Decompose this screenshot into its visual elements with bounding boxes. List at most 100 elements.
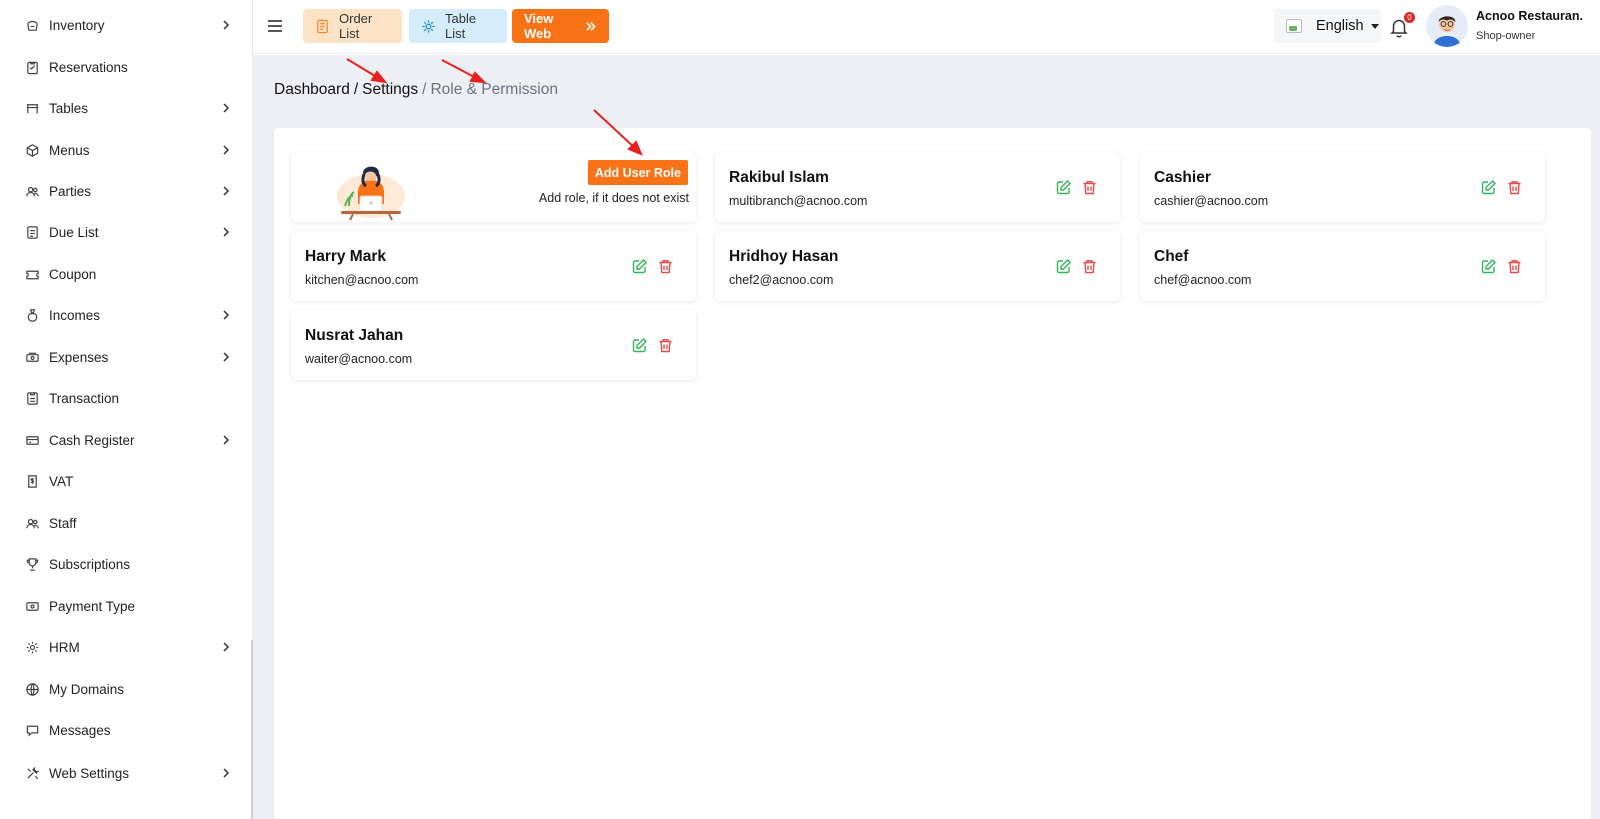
sidebar-item-menus[interactable]: Menus	[0, 130, 252, 170]
sidebar-item-label: Parties	[49, 183, 92, 199]
delete-icon[interactable]	[1506, 179, 1523, 196]
role-email: cashier@acnoo.com	[1154, 194, 1269, 208]
delete-icon[interactable]	[657, 258, 674, 275]
expenses-icon	[24, 349, 40, 365]
incomes-icon	[24, 307, 40, 323]
order-list-label: Order List	[339, 11, 373, 41]
sidebar-item-hrm[interactable]: HRM	[0, 627, 252, 667]
cash-register-icon	[24, 432, 40, 448]
vat-icon	[24, 473, 40, 489]
role-card: Cashier cashier@acnoo.com	[1140, 152, 1545, 222]
tables-icon	[24, 100, 40, 116]
add-user-role-button[interactable]: Add User Role	[587, 160, 688, 185]
payment-type-icon	[24, 598, 40, 614]
menus-icon	[24, 142, 40, 158]
edit-icon[interactable]	[631, 258, 648, 275]
sidebar-item-due-list[interactable]: Due List	[0, 212, 252, 252]
delete-icon[interactable]	[1081, 179, 1098, 196]
sidebar-item-label: Reservations	[49, 59, 128, 75]
sidebar-item-label: Transaction	[49, 390, 120, 406]
sidebar-item-web-settings[interactable]: Web Settings	[0, 753, 252, 793]
sidebar-item-label: HRM	[49, 639, 80, 655]
notification-badge: 0	[1404, 12, 1415, 23]
caret-down-icon	[1370, 23, 1379, 29]
role-name: Nusrat Jahan	[305, 327, 404, 344]
sidebar-item-label: Menus	[49, 142, 90, 158]
sidebar-item-label: My Domains	[49, 681, 125, 697]
add-role-hint: Add role, if it does not exist	[538, 191, 689, 205]
sidebar-item-expenses[interactable]: Expenses	[0, 337, 252, 377]
view-web-button[interactable]: View Web	[512, 9, 609, 43]
role-card: Rakibul Islam multibranch@acnoo.com	[715, 152, 1120, 222]
sidebar-item-label: Web Settings	[49, 765, 130, 781]
subscriptions-icon	[24, 556, 40, 572]
table-list-icon	[421, 19, 436, 34]
topbar: Order List Table List View Web English 0…	[253, 0, 1600, 54]
due-list-icon	[24, 224, 40, 240]
role-email: waiter@acnoo.com	[305, 352, 413, 366]
role-name: Chef	[1154, 248, 1189, 265]
sidebar-item-payment-type[interactable]: Payment Type	[0, 586, 252, 626]
table-list-label: Table List	[445, 11, 477, 41]
sidebar-item-messages[interactable]: Messages	[0, 710, 252, 750]
sidebar-item-subscriptions[interactable]: Subscriptions	[0, 544, 252, 584]
add-role-card: Add User Role Add role, if it does not e…	[291, 152, 696, 222]
chevron-right-icon	[223, 103, 230, 113]
sidebar-item-label: Messages	[49, 722, 111, 738]
transaction-icon	[24, 390, 40, 406]
role-card: Harry Mark kitchen@acnoo.com	[291, 231, 696, 301]
edit-icon[interactable]	[1055, 258, 1072, 275]
delete-icon[interactable]	[657, 337, 674, 354]
sidebar-item-vat[interactable]: VAT	[0, 461, 252, 501]
table-list-button[interactable]: Table List	[409, 9, 507, 43]
role-name: Rakibul Islam	[729, 169, 829, 186]
inventory-icon	[24, 17, 40, 33]
sidebar-item-label: Tables	[49, 100, 89, 116]
chevron-right-icon	[223, 642, 230, 652]
order-list-button[interactable]: Order List	[303, 9, 402, 43]
sidebar-item-label: Incomes	[49, 307, 101, 323]
user-role: Shop-owner	[1476, 30, 1536, 42]
hamburger-menu-icon[interactable]	[265, 16, 285, 36]
sidebar-item-label: Payment Type	[49, 598, 136, 614]
delete-icon[interactable]	[1506, 258, 1523, 275]
chevron-right-icon	[223, 352, 230, 362]
sidebar-item-tables[interactable]: Tables	[0, 88, 252, 128]
delete-icon[interactable]	[1081, 258, 1098, 275]
breadcrumb-settings[interactable]: Settings	[362, 81, 418, 98]
role-email: multibranch@acnoo.com	[729, 194, 868, 208]
breadcrumb-dashboard[interactable]: Dashboard	[274, 81, 350, 98]
sidebar-item-coupon[interactable]: Coupon	[0, 254, 252, 294]
sidebar-item-staff[interactable]: Staff	[0, 503, 252, 543]
role-name: Cashier	[1154, 169, 1211, 186]
hrm-icon	[24, 639, 40, 655]
avatar[interactable]	[1426, 5, 1468, 47]
parties-icon	[24, 183, 40, 199]
edit-icon[interactable]	[1480, 258, 1497, 275]
edit-icon[interactable]	[1480, 179, 1497, 196]
view-web-label: View Web	[524, 11, 554, 41]
chevron-right-icon	[223, 186, 230, 196]
user-name: Acnoo Restauran.	[1476, 9, 1583, 23]
sidebar-item-label: Subscriptions	[49, 556, 131, 572]
language-selector[interactable]: English	[1274, 9, 1381, 43]
sidebar-item-label: Cash Register	[49, 432, 135, 448]
role-email: chef@acnoo.com	[1154, 273, 1252, 287]
chevron-right-icon	[223, 310, 230, 320]
sidebar-item-inventory[interactable]: Inventory	[0, 5, 252, 45]
add-role-illustration	[337, 166, 405, 221]
role-card: Hridhoy Hasan chef2@acnoo.com	[715, 231, 1120, 301]
messages-icon	[24, 722, 40, 738]
breadcrumb-separator: /	[353, 81, 359, 98]
role-card: Chef chef@acnoo.com	[1140, 231, 1545, 301]
sidebar-item-parties[interactable]: Parties	[0, 171, 252, 211]
sidebar-item-my-domains[interactable]: My Domains	[0, 669, 252, 709]
sidebar-item-reservations[interactable]: Reservations	[0, 47, 252, 87]
sidebar-item-transaction[interactable]: Transaction	[0, 378, 252, 418]
sidebar-item-cash-register[interactable]: Cash Register	[0, 420, 252, 460]
edit-icon[interactable]	[1055, 179, 1072, 196]
role-name: Harry Mark	[305, 248, 386, 265]
sidebar-item-incomes[interactable]: Incomes	[0, 295, 252, 335]
web-settings-icon	[24, 765, 40, 781]
edit-icon[interactable]	[631, 337, 648, 354]
